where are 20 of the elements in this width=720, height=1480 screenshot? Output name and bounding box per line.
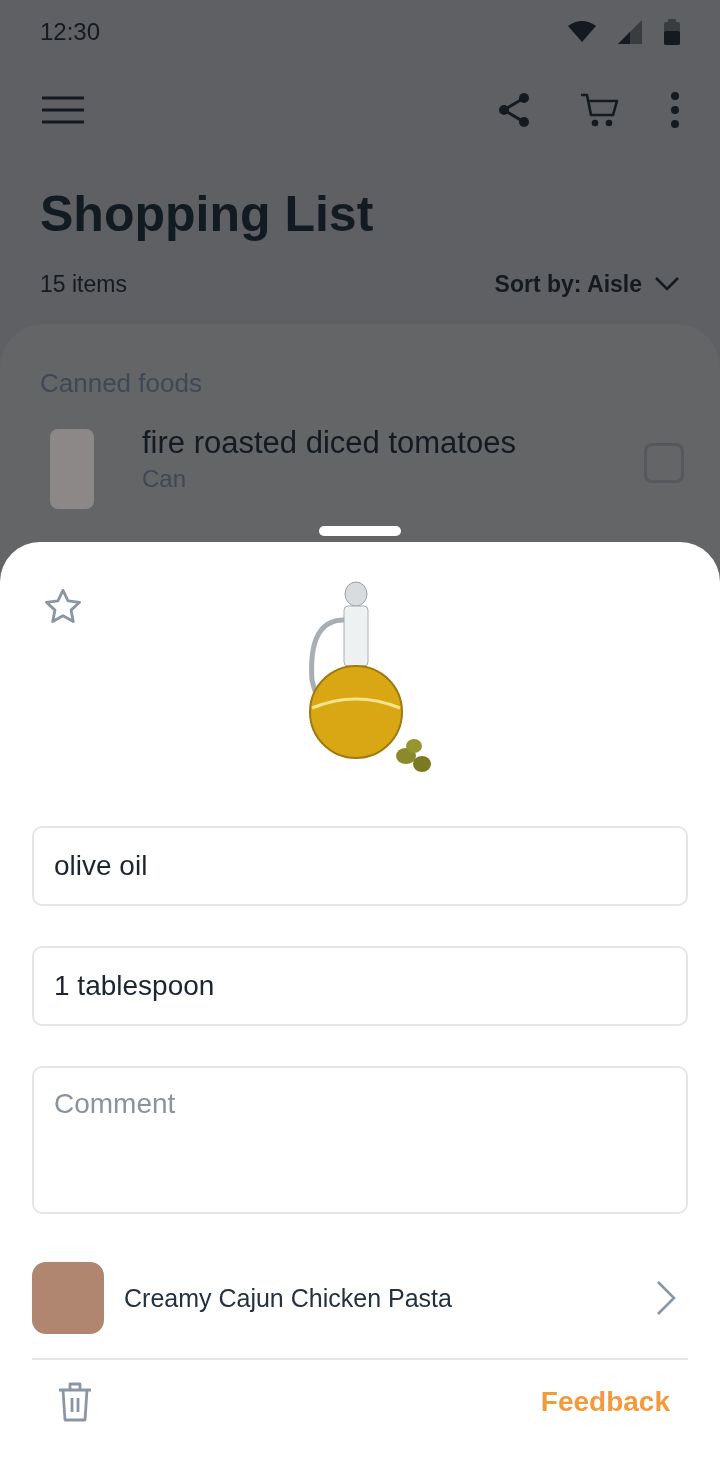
- comment-input-field[interactable]: Comment: [32, 1066, 688, 1214]
- chevron-right-icon: [656, 1280, 676, 1316]
- battery-icon: [664, 19, 680, 45]
- photo-placeholder: [32, 1262, 104, 1334]
- quantity-input-field[interactable]: 1 tablespoon: [32, 946, 688, 1026]
- menu-icon: [42, 96, 84, 124]
- recipe-link[interactable]: Creamy Cajun Chicken Pasta: [32, 1262, 688, 1334]
- item-count: 15 items: [40, 270, 127, 298]
- item-name: fire roasted diced tomatoes: [142, 425, 517, 461]
- status-time: 12:30: [40, 18, 101, 46]
- page-title: Shopping List: [40, 185, 374, 244]
- more-icon: [670, 91, 680, 129]
- sheet-handle[interactable]: [319, 526, 401, 536]
- name-input-field[interactable]: olive oil: [32, 826, 688, 906]
- cart-icon: [580, 93, 620, 127]
- wifi-icon: [568, 20, 596, 44]
- trash-icon: [58, 1382, 92, 1422]
- chevron-down-icon: [654, 276, 680, 292]
- share-icon: [498, 93, 530, 127]
- signal-icon: [618, 20, 642, 44]
